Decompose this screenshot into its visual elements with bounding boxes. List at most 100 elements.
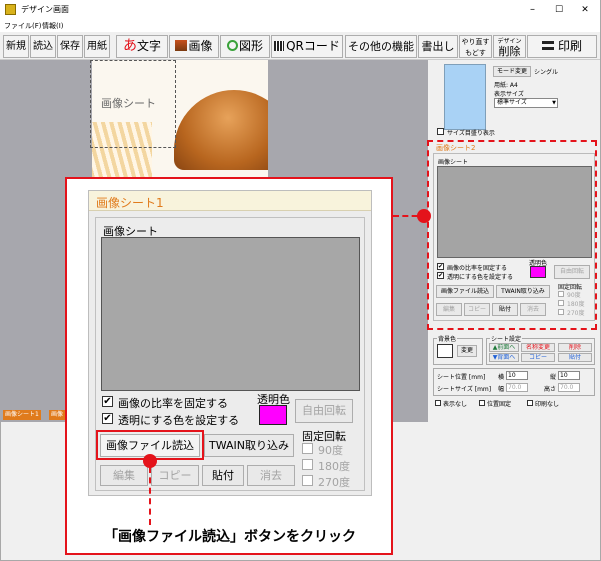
redo-undo-button[interactable]: やり直す もどす <box>459 35 492 58</box>
qr-button[interactable]: QRコード <box>271 35 343 58</box>
free-rotate-button[interactable]: 自由回転 <box>295 399 353 423</box>
sheet-tab-1[interactable]: 画像シート1 <box>3 410 41 420</box>
bg-color-swatch[interactable] <box>437 344 453 358</box>
pos-fixed-checkbox[interactable] <box>479 400 485 406</box>
text-button-label: 文字 <box>136 39 161 53</box>
redo-label: やり直す <box>461 38 490 46</box>
maximize-button[interactable]: ☐ <box>548 0 570 20</box>
no-print-checkbox[interactable] <box>527 400 533 406</box>
image-icon <box>175 40 188 51</box>
paper-size: 用紙: A4 <box>494 82 518 89</box>
deg90-checkbox[interactable] <box>302 443 313 454</box>
circle-icon <box>226 40 238 51</box>
load-button[interactable]: 読込 <box>30 35 56 58</box>
deg90-label: 90度 <box>318 444 343 457</box>
display-size-select[interactable]: 標準サイズ ▼ <box>494 98 558 108</box>
deg270-checkbox[interactable] <box>302 475 313 486</box>
erase-button[interactable]: 消去 <box>247 465 295 486</box>
size-w-input[interactable]: 70.0 <box>506 383 528 392</box>
pos-x-input[interactable]: 10 <box>506 371 528 380</box>
image-sheet-label: 画像シート <box>101 97 156 110</box>
paste-button[interactable]: 貼付 <box>202 465 244 486</box>
rename-button[interactable]: 名称変更 <box>521 343 555 352</box>
hide-label: 表示なし <box>443 401 468 408</box>
menu-file[interactable]: ファイル(F) <box>4 20 42 32</box>
no-print-label: 印刷なし <box>535 401 560 408</box>
connector-dot-bottom <box>143 454 157 468</box>
grid-checkbox[interactable] <box>437 128 444 135</box>
pos-fixed-label: 位置固定 <box>487 401 512 408</box>
twain-import-button[interactable]: TWAIN取り込み <box>204 434 294 457</box>
export-button[interactable]: 書出し <box>418 35 458 58</box>
minimize-button[interactable]: – <box>520 0 545 20</box>
edit-button[interactable]: 編集 <box>100 465 148 486</box>
pos-x-label: 横 <box>498 374 505 381</box>
connector-vertical <box>149 467 151 525</box>
undo-label: もどす <box>465 49 486 57</box>
hide-checkbox[interactable] <box>435 400 441 406</box>
print-button-label: 印刷 <box>557 39 582 53</box>
bring-front-button[interactable]: ▲前面へ <box>489 343 519 352</box>
connector-dot-right <box>417 209 431 223</box>
sheet-size-label: シートサイズ [mm] <box>437 386 492 393</box>
highlight-sheet2-group <box>427 140 597 330</box>
shape-button-label: 図形 <box>238 39 263 53</box>
size-w-label: 幅 <box>498 386 505 393</box>
copy-sheet-button[interactable]: コピー <box>521 353 555 362</box>
qr-icon <box>274 41 285 51</box>
deg180-checkbox[interactable] <box>302 459 313 470</box>
grid-label: サイズ目盛り表示 <box>447 130 495 137</box>
pos-y-input[interactable]: 10 <box>558 371 580 380</box>
save-button[interactable]: 保存 <box>57 35 83 58</box>
sheet-preview <box>101 237 360 391</box>
app-icon <box>5 4 16 15</box>
sheet-position-label: シート位置 [mm] <box>437 374 486 381</box>
toolbar: 新規 読込 保存 用紙 あ文字 画像 図形 QRコード その他の機能 書出し や… <box>0 32 600 60</box>
design-delete-button[interactable]: デザイン 削除 <box>493 35 526 58</box>
paste-sheet-button[interactable]: 貼付 <box>558 353 592 362</box>
image-button[interactable]: 画像 <box>169 35 219 58</box>
instruction-caption: 「画像ファイル読込」ボタンをクリック <box>104 529 356 545</box>
delete-sheet-button[interactable]: 削除 <box>558 343 592 352</box>
deg180-label: 180度 <box>318 460 350 473</box>
mode-change-button[interactable]: モード変更 <box>493 66 531 77</box>
display-size-label: 表示サイズ <box>494 91 524 98</box>
copy-button[interactable]: コピー <box>151 465 199 486</box>
transparent-color-checkbox[interactable]: ✔ <box>102 413 113 424</box>
qr-button-label: QRコード <box>286 39 340 53</box>
pos-y-label: 縦 <box>550 374 557 381</box>
display-size-value: 標準サイズ <box>497 99 527 106</box>
sheet-tab-2[interactable]: 画像 <box>49 410 66 420</box>
printer-icon <box>541 41 554 50</box>
mode-value: シングル <box>534 69 559 76</box>
window-title: デザイン画面 <box>21 5 69 14</box>
delete-label: 削除 <box>498 45 521 58</box>
send-back-button[interactable]: ▼背面へ <box>489 353 519 362</box>
close-button[interactable]: ✕ <box>574 0 596 20</box>
bun <box>174 90 268 170</box>
deg270-label: 270度 <box>318 476 350 489</box>
shape-button[interactable]: 図形 <box>220 35 270 58</box>
menu-info[interactable]: 情報(I) <box>42 20 64 32</box>
sheet-settings-label: シート設定 <box>490 334 523 343</box>
image-sheet-selection[interactable]: 画像シート <box>90 60 176 148</box>
chevron-down-icon: ▼ <box>552 100 556 106</box>
size-h-input[interactable]: 70.0 <box>558 383 580 392</box>
bg-color-label: 背景色 <box>437 334 458 343</box>
size-h-label: 高さ <box>544 386 557 393</box>
fix-ratio-label: 画像の比率を固定する <box>118 397 228 410</box>
paper-preview <box>444 64 486 130</box>
paper-button[interactable]: 用紙 <box>84 35 110 58</box>
other-functions-button[interactable]: その他の機能 <box>345 35 417 58</box>
bg-change-button[interactable]: 変更 <box>457 345 477 357</box>
image-button-label: 画像 <box>188 39 213 53</box>
transparent-color-label: 透明にする色を設定する <box>118 414 240 427</box>
fix-ratio-checkbox[interactable]: ✔ <box>102 396 113 407</box>
text-button[interactable]: あ文字 <box>116 35 168 58</box>
title-bar: デザイン画面 – ☐ ✕ <box>0 0 600 20</box>
print-button[interactable]: 印刷 <box>527 35 597 58</box>
transparent-swatch[interactable] <box>259 405 287 425</box>
dialog-title: 画像シート1 <box>96 196 164 210</box>
menu-bar: ファイル(F) 情報(I) <box>0 20 600 32</box>
new-button[interactable]: 新規 <box>3 35 29 58</box>
